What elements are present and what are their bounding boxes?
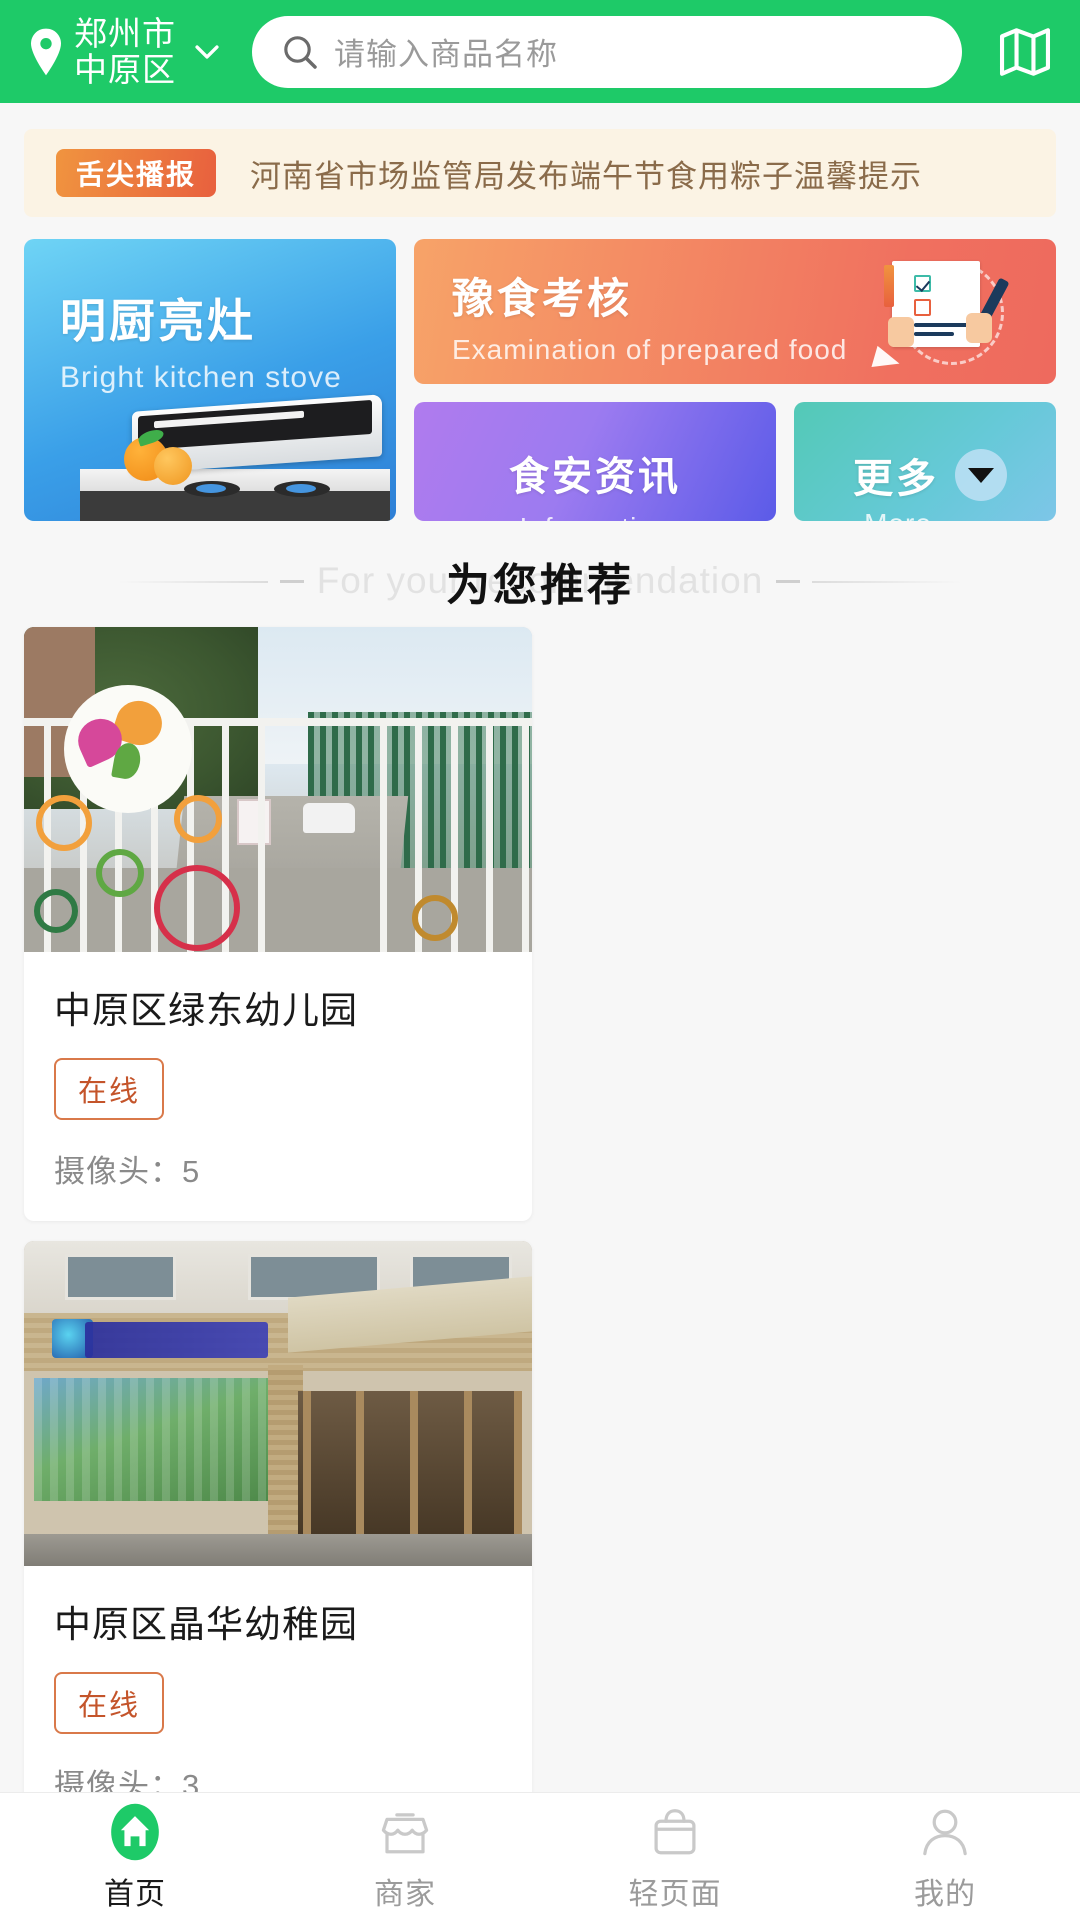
bottom-tab-bar: 首页 商家 轻页面 我的	[0, 1792, 1080, 1920]
merchant-photo	[24, 627, 532, 952]
feature-card-bright-kitchen[interactable]: 明厨亮灶 Bright kitchen stove	[24, 239, 396, 521]
divider-right	[812, 581, 962, 583]
feature-title-en: Information	[414, 512, 776, 521]
shop-icon	[374, 1801, 436, 1863]
merchant-name: 中原区晶华幼稚园	[54, 1604, 358, 1645]
recommendation-grid: 中原区绿东幼儿园 在线 摄像头：5 中原区晶华幼稚园 在线 摄像头：3	[24, 627, 1056, 1920]
location-district: 中原区	[74, 50, 176, 88]
app-header: 郑州市 中原区 请输入商品名称	[0, 0, 1080, 103]
caret-down-circle-icon[interactable]	[955, 449, 1007, 501]
feature-title-cn: 明厨亮灶	[60, 295, 256, 347]
tab-profile[interactable]: 我的	[810, 1801, 1080, 1913]
divider-dash-right	[776, 580, 800, 583]
merchant-name: 中原区绿东幼儿园	[54, 990, 358, 1031]
feature-title-cn: 豫食考核	[452, 275, 633, 322]
recommendation-section-header: For your recommendation 为您推荐	[0, 535, 1080, 627]
feature-title-cn: 食安资讯	[509, 455, 681, 499]
status-badge: 在线	[54, 1672, 165, 1734]
tab-merchants[interactable]: 商家	[270, 1801, 540, 1913]
feature-title-cn: 更多	[853, 457, 939, 501]
clipboard-checklist-illustration	[871, 255, 1010, 375]
feature-title-en: Examination of prepared food	[452, 334, 848, 365]
merchant-photo	[24, 1241, 532, 1566]
feature-card-more[interactable]: 更多 More	[794, 402, 1056, 521]
announcement-bar[interactable]: 舌尖播报 河南省市场监管局发布端午节食用粽子温馨提示	[24, 129, 1056, 217]
camera-count: 摄像头：5	[54, 1154, 201, 1189]
map-icon[interactable]	[996, 23, 1054, 81]
location-text: 郑州市 中原区	[74, 16, 176, 87]
status-badge: 在线	[54, 1058, 165, 1120]
kitchen-stove-illustration	[80, 381, 390, 521]
chevron-down-icon[interactable]	[190, 35, 224, 69]
merchant-card[interactable]: 中原区绿东幼儿园 在线 摄像头：5	[24, 627, 532, 1221]
search-input-placeholder[interactable]: 请输入商品名称	[334, 29, 558, 74]
feature-card-food-information[interactable]: 食安资讯 Information	[414, 402, 776, 521]
feature-title-en: More	[804, 508, 992, 521]
feature-grid: 明厨亮灶 Bright kitchen stove 豫食考核 Examinati…	[24, 239, 1056, 521]
tab-label: 首页	[104, 1877, 166, 1911]
home-icon	[104, 1801, 166, 1863]
location-pin-icon	[26, 26, 66, 78]
tab-label: 轻页面	[628, 1877, 722, 1911]
feature-card-food-examination[interactable]: 豫食考核 Examination of prepared food	[414, 239, 1056, 384]
app-screen: 郑州市 中原区 请输入商品名称 舌尖播报 河南省市场监管局发布端午节食用粽子温馨…	[0, 0, 1080, 1920]
tab-label: 商家	[374, 1877, 436, 1911]
person-icon	[914, 1801, 976, 1863]
location-city: 郑州市	[74, 14, 176, 52]
merchant-card[interactable]: 中原区晶华幼稚园 在线 摄像头：3	[24, 1241, 532, 1835]
search-bar[interactable]: 请输入商品名称	[252, 15, 962, 88]
location-selector[interactable]: 郑州市 中原区	[26, 16, 224, 87]
tab-home[interactable]: 首页	[0, 1801, 270, 1913]
announcement-text: 河南省市场监管局发布端午节食用粽子温馨提示	[250, 158, 923, 194]
feature-title-en: Bright kitchen stove	[60, 361, 342, 394]
page-title: 为您推荐	[446, 561, 634, 610]
bag-icon	[644, 1801, 706, 1863]
search-icon	[280, 32, 320, 72]
announcement-badge: 舌尖播报	[56, 149, 217, 197]
tab-light-page[interactable]: 轻页面	[540, 1801, 810, 1913]
tab-label: 我的	[914, 1877, 976, 1911]
